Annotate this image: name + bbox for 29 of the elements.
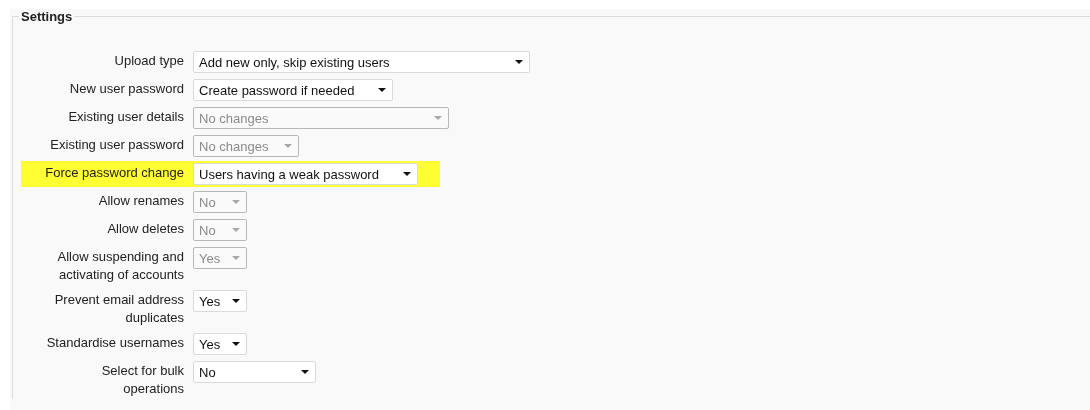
caret-icon xyxy=(232,342,240,346)
dropdown[interactable]: Create password if needed xyxy=(193,79,393,101)
setting-label: Standardise usernames xyxy=(45,334,184,352)
dropdown[interactable]: No xyxy=(193,361,316,383)
caret-icon xyxy=(403,172,411,176)
setting-label: Select for bulk operations xyxy=(100,362,184,398)
caret-icon xyxy=(232,200,240,204)
caret-icon xyxy=(232,256,240,260)
caret-icon xyxy=(515,60,523,64)
caret-icon xyxy=(434,116,442,120)
caret-icon xyxy=(284,144,292,148)
setting-label: Allow deletes xyxy=(106,220,184,238)
caret-icon xyxy=(301,370,309,374)
dropdown[interactable]: Users having a weak password xyxy=(193,163,418,185)
caret-icon xyxy=(232,299,240,303)
setting-label: Upload type xyxy=(113,52,184,70)
dropdown[interactable]: Yes xyxy=(193,333,247,355)
setting-label: New user password xyxy=(68,80,184,98)
dropdown[interactable]: Yes xyxy=(193,290,247,312)
setting-label: Existing user details xyxy=(67,108,184,126)
setting-label: Force password change xyxy=(44,164,184,182)
caret-icon xyxy=(378,88,386,92)
dropdown[interactable]: Add new only, skip existing users xyxy=(193,51,530,73)
setting-label: Existing user password xyxy=(49,136,184,154)
setting-label: Allow suspending and activating of accounts xyxy=(56,248,184,284)
caret-icon xyxy=(232,228,240,232)
setting-label: Prevent email address duplicates xyxy=(53,291,184,327)
section-title: Settings xyxy=(20,9,74,24)
setting-label: Allow renames xyxy=(97,192,184,210)
